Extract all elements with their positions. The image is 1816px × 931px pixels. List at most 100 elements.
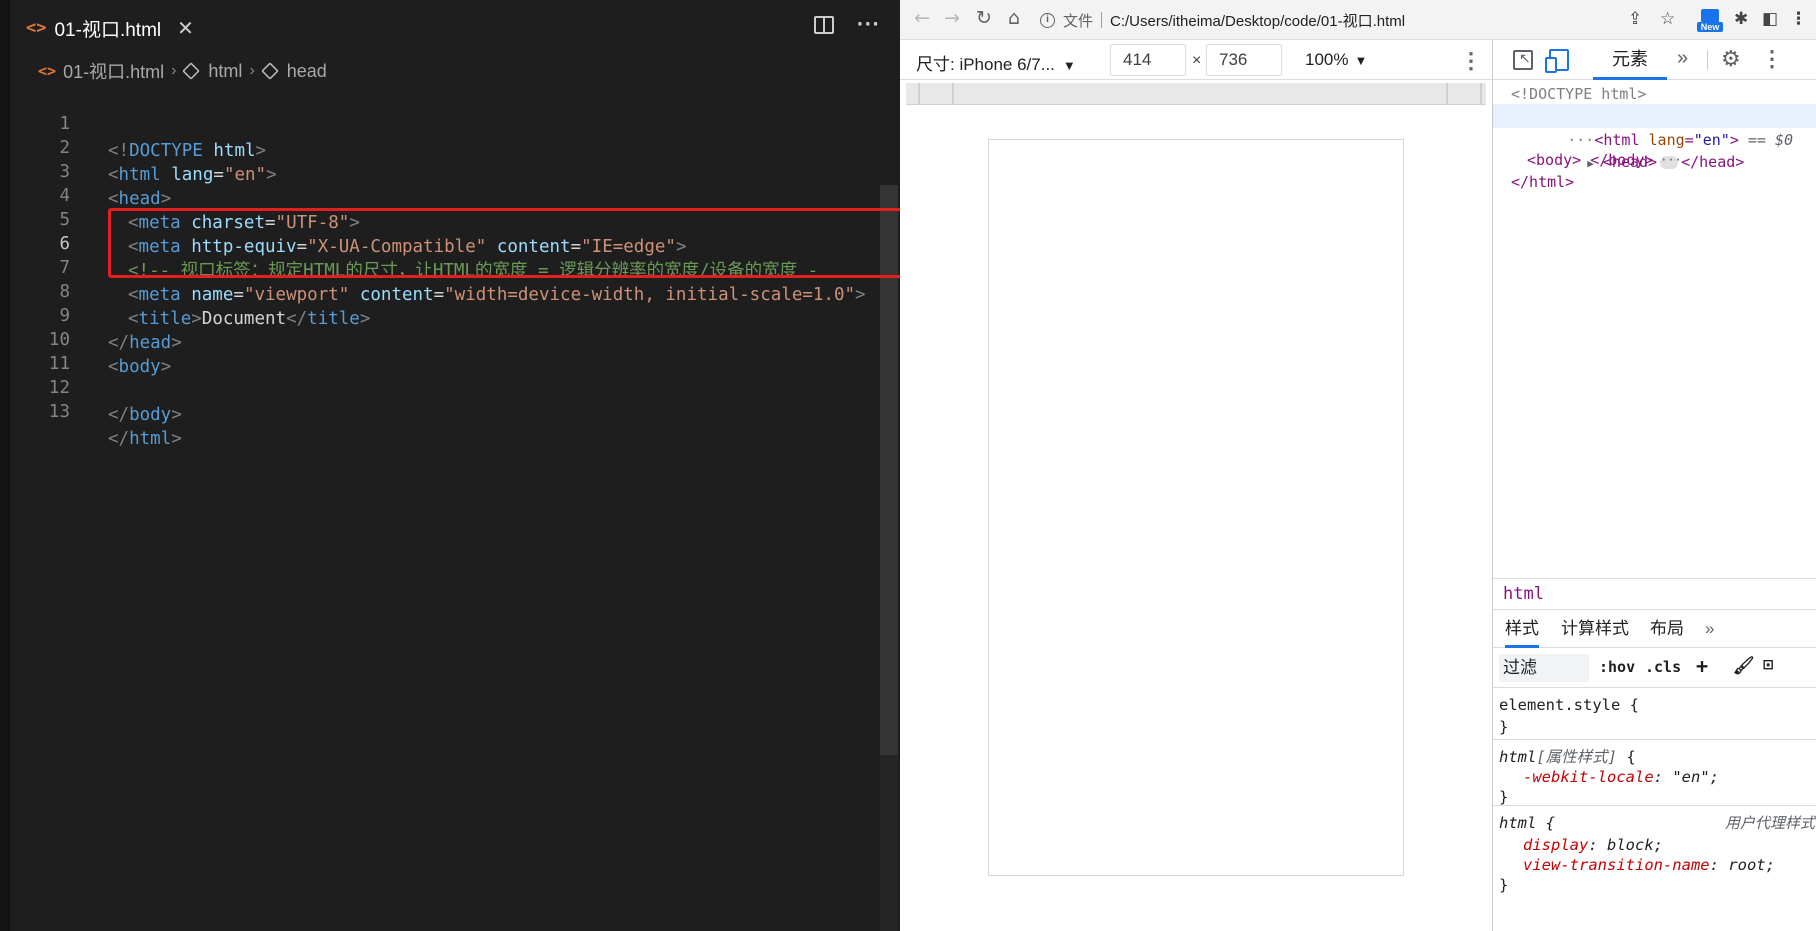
toolbar-divider — [1707, 50, 1708, 70]
code-line: 13 </html> — [10, 372, 182, 449]
more-tabs-icon[interactable]: » — [1705, 612, 1714, 648]
device-toggle-icon[interactable] — [1545, 49, 1569, 73]
device-toolbar: 尺寸: iPhone 6/7... ▼ 414 × 736 100% ▼ ⋮ — [900, 40, 1492, 80]
editor-tab-title: 01-视口.html — [54, 19, 162, 41]
browser-window: ← → ↻ ⌂ i 文件 C:/Users/itheima/Desktop/co… — [900, 0, 1816, 931]
forward-icon[interactable]: → — [944, 7, 960, 29]
code-line: 1 <!DOCTYPE html> — [10, 84, 266, 161]
user-agent-origin: 用户代理样式 — [1724, 815, 1815, 832]
device-more-icon[interactable]: ⋮ — [1460, 48, 1482, 74]
styles-tabs: 样式 计算样式 布局 » — [1493, 612, 1816, 648]
code-line: 6 <!-- 视口标签：规定HTML的尺寸，让HTML的宽度 = 逻辑分辨率的宽… — [10, 204, 818, 281]
extensions-icon[interactable]: ✱ — [1734, 9, 1748, 29]
chevron-right-icon: › — [171, 62, 177, 79]
dom-tree: <!DOCTYPE html> ···<html lang="en"> == $… — [1493, 82, 1816, 558]
ruler-segment — [952, 83, 954, 105]
more-actions-icon[interactable]: ··· — [856, 14, 880, 35]
cls-toggle[interactable]: .cls — [1645, 658, 1681, 676]
reload-icon[interactable]: ↻ — [976, 7, 992, 29]
tab-computed[interactable]: 计算样式 — [1561, 612, 1629, 648]
ruler-segment — [1480, 83, 1482, 105]
ruler-segment — [918, 83, 920, 105]
code-line: 4 <meta charset="UTF-8"> — [10, 156, 359, 233]
new-extension-icon[interactable]: New — [1697, 9, 1723, 32]
tab-styles[interactable]: 样式 — [1505, 612, 1539, 648]
dom-html-node[interactable]: ···<html lang="en"> == $0 — [1495, 104, 1793, 149]
dom-doctype[interactable]: <!DOCTYPE html> — [1511, 82, 1646, 106]
media-query-ruler — [906, 83, 1486, 105]
devtools-panel: 元素 » ⚙ ⋮ <!DOCTYPE html> ···<html lang="… — [1492, 40, 1816, 931]
more-tabs-icon[interactable]: » — [1677, 47, 1688, 70]
caret-down-icon: ▼ — [1354, 53, 1368, 68]
style-rule-element[interactable]: element.style { } — [1493, 690, 1816, 740]
code-line: 12 </body> — [10, 348, 182, 425]
element-icon — [260, 62, 279, 80]
back-icon[interactable]: ← — [914, 7, 930, 29]
collapsed-ellipsis: ··· — [1660, 153, 1682, 169]
chevron-right-icon: › — [249, 62, 255, 79]
star-icon[interactable]: ☆ — [1660, 9, 1675, 29]
ruler-segment — [1446, 83, 1448, 105]
editor-tab[interactable]: <> 01-视口.html ✕ — [26, 12, 194, 44]
activity-bar-edge — [0, 0, 10, 931]
menu-icon[interactable]: ⋮ — [1790, 9, 1807, 29]
editor-actions: ··· — [814, 14, 880, 35]
split-editor-icon[interactable] — [814, 16, 835, 34]
sidebar-icon[interactable]: ◧ — [1762, 9, 1778, 29]
html-file-icon: <> — [38, 62, 57, 80]
editor-tab-bar: <> 01-视口.html ✕ ··· — [10, 0, 900, 56]
breadcrumb-file[interactable]: 01-视口.html — [63, 58, 164, 84]
code-line: 10 <body> — [10, 300, 171, 377]
annotation-highlight-box — [108, 208, 918, 278]
code-line: 8 <title>Document</title> — [10, 252, 370, 329]
device-viewport-area — [900, 106, 1492, 931]
code-line: 7 <meta name="viewport" content="width=d… — [10, 228, 865, 305]
breadcrumb-head[interactable]: head — [287, 61, 327, 82]
inspect-element-icon[interactable] — [1513, 50, 1533, 70]
breadcrumb-html[interactable]: html — [208, 61, 242, 82]
code-line: 9 </head> — [10, 276, 181, 353]
styles-filter-row: 过滤 :hov .cls + 🖌 ⊡ — [1493, 650, 1816, 688]
dom-html-close[interactable]: </html> — [1511, 170, 1574, 194]
paint-brush-icon[interactable]: 🖌 — [1733, 656, 1755, 676]
devtools-toolbar: 元素 » ⚙ ⋮ — [1493, 40, 1816, 80]
url-text[interactable]: C:/Users/itheima/Desktop/code/01-视口.html — [1110, 10, 1405, 31]
caret-down-icon: ▼ — [1062, 58, 1076, 73]
html-file-icon: <> — [26, 18, 47, 38]
url-divider — [1101, 12, 1103, 28]
add-rule-icon[interactable]: + — [1696, 654, 1708, 678]
gear-icon[interactable]: ⚙ — [1721, 46, 1741, 72]
element-icon — [182, 62, 201, 80]
url-scheme-label: 文件 — [1063, 12, 1094, 30]
style-rule-user-agent[interactable]: html { 用户代理样式 display: block; view-trans… — [1493, 808, 1816, 894]
home-icon[interactable]: ⌂ — [1008, 7, 1020, 29]
toggle-sidebar-icon[interactable]: ⊡ — [1763, 655, 1773, 675]
height-input[interactable]: 736 — [1206, 44, 1282, 76]
code-line: 2 <html lang="en"> — [10, 108, 276, 185]
address-bar: ← → ↻ ⌂ i 文件 C:/Users/itheima/Desktop/co… — [900, 0, 1816, 40]
code-editor: <> 01-视口.html ✕ ··· <> 01-视口.html › html… — [0, 0, 918, 931]
tab-layout[interactable]: 布局 — [1650, 612, 1684, 648]
close-icon[interactable]: ✕ — [177, 16, 194, 41]
device-frame[interactable] — [988, 139, 1404, 876]
dom-body-node[interactable]: <body> </body> — [1527, 148, 1653, 172]
line-number: 13 — [48, 402, 70, 422]
style-rule-presentational[interactable]: html[属性样式] { -webkit-locale: "en"; } — [1493, 742, 1816, 806]
devtools-menu-icon[interactable]: ⋮ — [1761, 46, 1783, 72]
dom-head-node[interactable]: ▶ <head> ···</head> — [1515, 126, 1744, 171]
breadcrumb: <> 01-视口.html › html › head — [38, 58, 327, 84]
url-field[interactable]: i 文件 C:/Users/itheima/Desktop/code/01-视口… — [1040, 6, 1750, 34]
dimension-separator: × — [1192, 52, 1202, 69]
info-icon[interactable]: i — [1040, 12, 1055, 28]
code-line: 5 <meta http-equiv="X-UA-Compatible" con… — [10, 180, 686, 257]
device-select[interactable]: 尺寸: iPhone 6/7... ▼ — [916, 50, 1076, 75]
filter-input[interactable]: 过滤 — [1499, 654, 1589, 682]
dom-breadcrumb[interactable]: html — [1493, 578, 1816, 610]
code-line: 3 <head> — [10, 132, 171, 209]
share-icon[interactable]: ⇪ — [1628, 9, 1642, 29]
hov-toggle[interactable]: :hov — [1599, 658, 1635, 676]
width-input[interactable]: 414 — [1110, 44, 1186, 76]
zoom-select[interactable]: 100% ▼ — [1305, 50, 1367, 70]
tab-elements[interactable]: 元素 — [1593, 40, 1667, 80]
code-line: 11 — [10, 324, 73, 374]
